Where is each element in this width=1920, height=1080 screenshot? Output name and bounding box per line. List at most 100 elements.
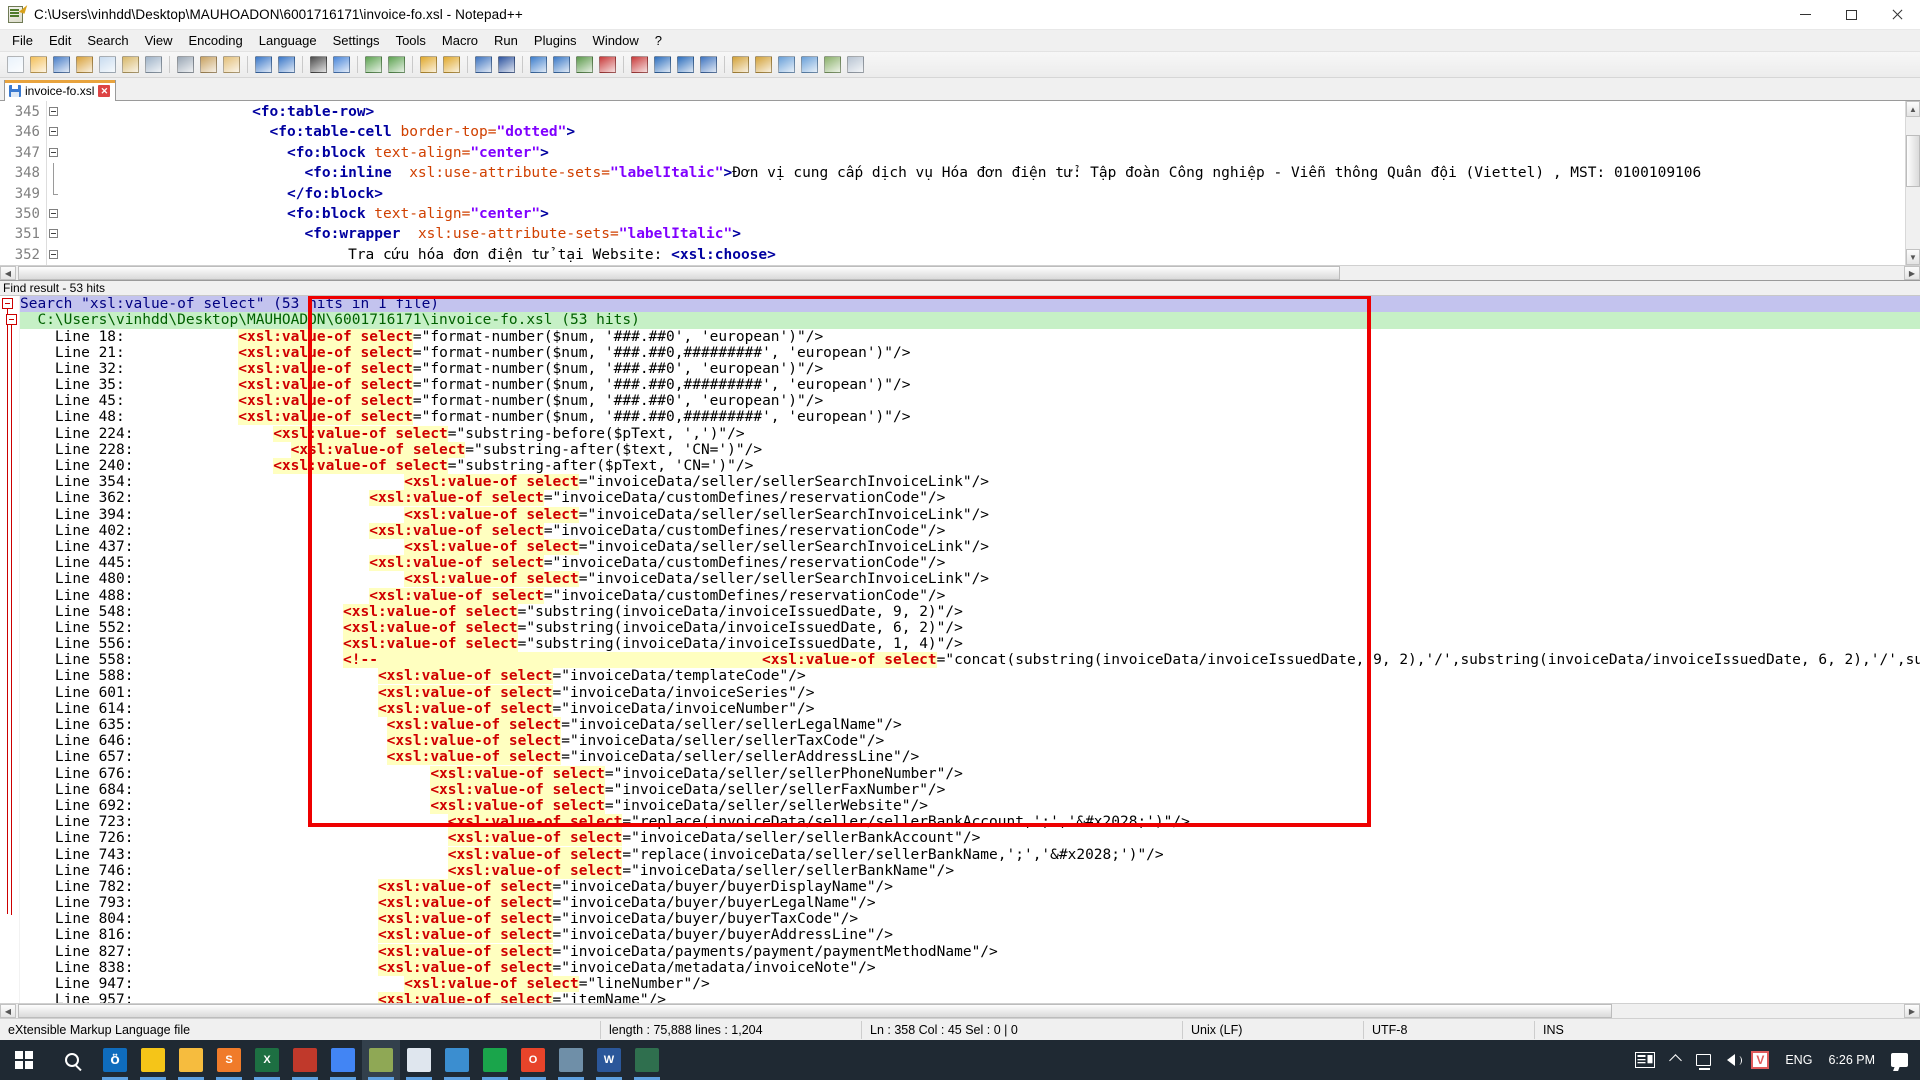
fold-collapse-icon[interactable] — [49, 127, 58, 137]
menu-tools[interactable]: Tools — [388, 31, 434, 51]
close-button[interactable] — [1874, 0, 1920, 30]
find-result-hit-row[interactable]: Line 558: <!-- <xsl:value-of select="con… — [20, 652, 1920, 669]
find-result-hit-row[interactable]: Line 548: <xsl:value-of select="substrin… — [20, 603, 1920, 620]
action-center-icon[interactable] — [1883, 1040, 1916, 1080]
fold-marker[interactable] — [47, 224, 60, 244]
find-result-hit-row[interactable]: Line 816: <xsl:value-of select="invoiceD… — [20, 927, 1920, 944]
vpn-tray-icon[interactable]: V — [1743, 1040, 1777, 1080]
sync-vertical-icon[interactable] — [418, 54, 439, 75]
taskbar-word-icon[interactable]: W — [590, 1040, 628, 1080]
find-result-hit-row[interactable]: Line 743: <xsl:value-of select="replace(… — [20, 846, 1920, 863]
taskbar-file-explorer-icon[interactable] — [172, 1040, 210, 1080]
menu-window[interactable]: Window — [585, 31, 647, 51]
find-result-list[interactable]: Search "xsl:value-of select" (53 hits in… — [20, 296, 1920, 1003]
menu-language[interactable]: Language — [251, 31, 325, 51]
menu-edit[interactable]: Edit — [41, 31, 79, 51]
find-result-hit-row[interactable]: Line 552: <xsl:value-of select="substrin… — [20, 619, 1920, 636]
fold-marker[interactable] — [47, 204, 60, 224]
find-result-hit-row[interactable]: Line 18: <xsl:value-of select="format-nu… — [20, 328, 1920, 345]
fold-marker[interactable] — [47, 122, 60, 142]
find-result-hit-row[interactable]: Line 723: <xsl:value-of select="replace(… — [20, 814, 1920, 831]
find-result-hit-row[interactable]: Line 488: <xsl:value-of select="invoiceD… — [20, 587, 1920, 604]
find-result-hit-row[interactable]: Line 947: <xsl:value-of select="lineNumb… — [20, 976, 1920, 992]
next-bookmark-icon[interactable] — [799, 54, 820, 75]
find-result-hit-row[interactable]: Line 362: <xsl:value-of select="invoiceD… — [20, 490, 1920, 507]
doc-map-icon[interactable] — [845, 54, 866, 75]
scroll-up-arrow[interactable]: ▲ — [1906, 101, 1920, 117]
find-result-hit-row[interactable]: Line 224: <xsl:value-of select="substrin… — [20, 425, 1920, 442]
find-result-hit-row[interactable]: Line 228: <xsl:value-of select="substrin… — [20, 441, 1920, 458]
windows-start-icon[interactable] — [0, 1040, 48, 1080]
tab-invoice-fo-xsl[interactable]: invoice-fo.xsl ✕ — [4, 80, 117, 101]
fold-collapse-icon[interactable] — [49, 208, 58, 218]
taskbar-teamviewer-icon[interactable] — [476, 1040, 514, 1080]
close-all-icon[interactable] — [120, 54, 141, 75]
find-search-fold-icon[interactable] — [2, 298, 13, 310]
language-indicator[interactable]: ENG — [1777, 1040, 1820, 1080]
find-result-hit-row[interactable]: Line 646: <xsl:value-of select="invoiceD… — [20, 733, 1920, 750]
find-result-hit-row[interactable]: Line 746: <xsl:value-of select="invoiceD… — [20, 862, 1920, 879]
fold-collapse-icon[interactable] — [49, 229, 58, 239]
zoom-in-icon[interactable] — [363, 54, 384, 75]
fold-marker[interactable] — [47, 102, 60, 122]
horizontal-scroll-thumb[interactable] — [18, 266, 1340, 281]
find-result-hit-row[interactable]: Line 726: <xsl:value-of select="invoiceD… — [20, 830, 1920, 847]
open-file-icon[interactable] — [28, 54, 49, 75]
find-result-hit-row[interactable]: Line 556: <xsl:value-of select="substrin… — [20, 636, 1920, 653]
show-hidden-icons-chevron[interactable] — [1663, 1040, 1688, 1080]
find-result-hit-row[interactable]: Line 480: <xsl:value-of select="invoiceD… — [20, 571, 1920, 588]
taskbar-excel-alt-icon[interactable] — [628, 1040, 666, 1080]
vertical-scroll-thumb[interactable] — [1906, 135, 1920, 187]
find-result-hit-row[interactable]: Line 657: <xsl:value-of select="invoiceD… — [20, 749, 1920, 766]
find-result-hit-row[interactable]: Line 684: <xsl:value-of select="invoiceD… — [20, 781, 1920, 798]
save-icon[interactable] — [51, 54, 72, 75]
unfold-all-icon[interactable] — [753, 54, 774, 75]
find-scroll-right-arrow[interactable]: ▶ — [1904, 1004, 1920, 1018]
taskbar-monitor-app-icon[interactable] — [552, 1040, 590, 1080]
menu-help[interactable]: ? — [647, 31, 670, 51]
clear-bookmark-icon[interactable] — [822, 54, 843, 75]
scroll-right-arrow[interactable]: ▶ — [1904, 266, 1920, 281]
menu-encoding[interactable]: Encoding — [181, 31, 251, 51]
show-all-chars-icon[interactable] — [496, 54, 517, 75]
menu-run[interactable]: Run — [486, 31, 526, 51]
taskbar-notepad-icon[interactable] — [400, 1040, 438, 1080]
fold-collapse-icon[interactable] — [49, 107, 58, 116]
macro-play-icon[interactable] — [652, 54, 673, 75]
redo-icon[interactable] — [276, 54, 297, 75]
fold-marker[interactable] — [47, 143, 60, 163]
taskbar-outlook-icon[interactable]: O⃡ — [96, 1040, 134, 1080]
taskbar-opera-icon[interactable]: O — [514, 1040, 552, 1080]
indent-guide-icon[interactable] — [528, 54, 549, 75]
find-result-hit-row[interactable]: Line 21: <xsl:value-of select="format-nu… — [20, 344, 1920, 361]
print-icon[interactable] — [143, 54, 164, 75]
find-result-hit-row[interactable]: Line 957: <xsl:value-of select="itemName… — [20, 992, 1920, 1003]
scroll-left-arrow[interactable]: ◀ — [0, 266, 16, 281]
menu-search[interactable]: Search — [79, 31, 136, 51]
find-result-hit-row[interactable]: Line 838: <xsl:value-of select="invoiceD… — [20, 959, 1920, 976]
find-result-hit-row[interactable]: Line 692: <xsl:value-of select="invoiceD… — [20, 797, 1920, 814]
find-result-hit-row[interactable]: Line 782: <xsl:value-of select="invoiceD… — [20, 878, 1920, 895]
find-result-hit-row[interactable]: Line 676: <xsl:value-of select="invoiceD… — [20, 765, 1920, 782]
macro-save-icon[interactable] — [698, 54, 719, 75]
taskbar-library-icon[interactable] — [286, 1040, 324, 1080]
menu-plugins[interactable]: Plugins — [526, 31, 585, 51]
close-file-icon[interactable] — [97, 54, 118, 75]
news-and-interests-icon[interactable] — [1627, 1040, 1663, 1080]
find-result-hit-row[interactable]: Line 445: <xsl:value-of select="invoiceD… — [20, 555, 1920, 572]
menu-view[interactable]: View — [137, 31, 181, 51]
find-result-hit-row[interactable]: Line 804: <xsl:value-of select="invoiceD… — [20, 911, 1920, 928]
status-eol-format[interactable]: Unix (LF) — [1183, 1019, 1363, 1041]
taskbar-clock[interactable]: 6:26 PM — [1820, 1040, 1883, 1080]
paste-icon[interactable] — [221, 54, 242, 75]
maximize-button[interactable] — [1828, 0, 1874, 30]
editor-vertical-scrollbar[interactable]: ▲ ▼ — [1905, 101, 1920, 266]
fold-collapse-icon[interactable] — [49, 249, 58, 259]
find-result-hit-row[interactable]: Line 402: <xsl:value-of select="invoiceD… — [20, 522, 1920, 539]
editor-horizontal-scrollbar[interactable]: ◀ ▶ — [0, 265, 1920, 281]
fold-marker[interactable] — [47, 183, 60, 204]
find-result-horizontal-scrollbar[interactable]: ◀ ▶ — [0, 1003, 1920, 1018]
find-result-hit-row[interactable]: Line 437: <xsl:value-of select="invoiceD… — [20, 538, 1920, 555]
show-ui-icon[interactable] — [551, 54, 572, 75]
taskbar-paint-icon[interactable] — [438, 1040, 476, 1080]
